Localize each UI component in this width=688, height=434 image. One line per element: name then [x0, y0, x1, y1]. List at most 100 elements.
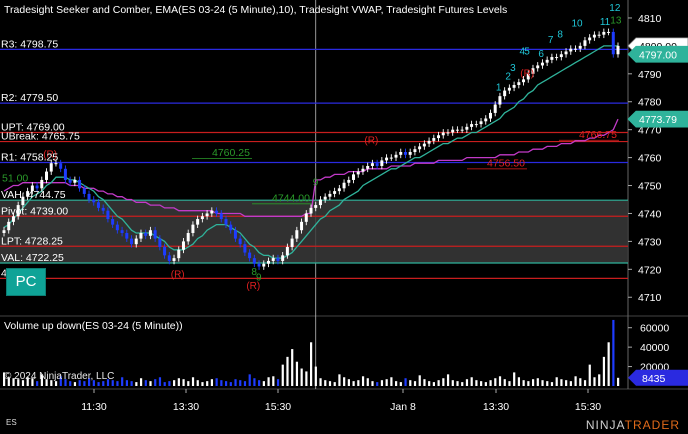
price-bar-85 [403, 152, 407, 155]
level-label-7: LPT: 4728.25 [1, 235, 63, 247]
volume-bar-115 [546, 381, 549, 386]
price-bar-108 [512, 84, 516, 88]
volume-bar-111 [527, 381, 530, 386]
level-label-1: R2: 4779.50 [1, 92, 58, 104]
value-area-band [0, 200, 628, 264]
price-bar-120 [569, 48, 573, 52]
price-bar-30 [144, 233, 148, 236]
reversal-marker-1: (R) [171, 270, 185, 281]
volume-bar-104 [494, 378, 497, 386]
value-area-shading [0, 200, 628, 264]
volume-bar-119 [565, 380, 568, 386]
brand-suffix: TRADER [624, 418, 680, 432]
reversal-marker-3: (R) [364, 136, 378, 147]
price-bar-44 [210, 210, 214, 214]
volume-bar-126 [598, 374, 601, 386]
price-bar-123 [583, 40, 587, 46]
price-bar-97 [460, 129, 464, 131]
volume-bar-77 [366, 378, 369, 386]
volume-bar-78 [371, 381, 374, 386]
volume-bar-59 [281, 364, 284, 386]
price-tick-label-7: 4780 [638, 97, 662, 109]
volume-bar-33 [158, 377, 162, 386]
volume-bar-62 [295, 361, 299, 386]
volume-bar-107 [508, 381, 511, 386]
volume-badge[interactable]: 8435 [628, 369, 688, 386]
volume-bar-88 [418, 375, 421, 386]
price-bar-94 [446, 132, 450, 134]
volume-bar-129 [612, 319, 615, 386]
volume-bar-112 [531, 379, 535, 386]
volume-bar-82 [390, 377, 393, 386]
price-bar-127 [602, 31, 606, 35]
volume-bar-81 [385, 379, 388, 386]
volume-bar-25 [121, 377, 124, 386]
seeker-count-7: 4 [520, 46, 526, 57]
price-bar-56 [266, 260, 270, 264]
price-bar-110 [522, 79, 526, 83]
price-bar-66 [314, 205, 318, 208]
price-bar-78 [370, 163, 374, 166]
price-bar-79 [375, 163, 379, 166]
price-bar-81 [385, 157, 389, 161]
price-bar-52 [248, 252, 252, 259]
volume-bar-79 [376, 382, 379, 386]
price-badge-2[interactable]: 4773.79 [627, 110, 688, 128]
volume-bar-35 [168, 381, 171, 386]
price-bar-118 [559, 54, 563, 58]
volume-bar-30 [144, 380, 147, 386]
volume-bar-64 [305, 371, 308, 386]
volume-bar-50 [239, 380, 242, 386]
volume-bar-91 [432, 382, 435, 386]
volume-bar-39 [187, 381, 190, 386]
volume-bar-127 [602, 356, 606, 386]
volume-bar-51 [243, 381, 247, 386]
price-bar-12 [59, 163, 63, 169]
price-bar-122 [578, 45, 582, 49]
seeker-count-6: 5 [524, 46, 530, 57]
seeker-count-1: 11 [600, 17, 611, 28]
ninjatrader-logo: NINJATRADER [586, 418, 680, 432]
time-tick-label-2: 15:30 [265, 401, 291, 413]
price-badge-1[interactable]: 4797.00 [627, 45, 688, 63]
volume-bar-84 [399, 382, 402, 386]
volume-bar-52 [248, 374, 251, 386]
volume-bar-90 [428, 381, 431, 386]
price-tick-label-1: 4720 [638, 264, 662, 276]
volume-bar-43 [206, 381, 209, 386]
volume-bar-28 [135, 382, 138, 386]
annotation-label-3: 4766.75 [579, 129, 617, 141]
annotation-label-4: 51.00 [2, 173, 28, 185]
price-bar-25 [120, 230, 124, 234]
brand-prefix: NINJA [585, 418, 625, 432]
price-bar-119 [564, 51, 568, 55]
price-tick-label-4: 4750 [638, 181, 662, 193]
price-bar-27 [130, 238, 134, 245]
price-bar-17 [82, 188, 86, 194]
volume-bar-121 [574, 376, 577, 386]
price-bar-8 [40, 179, 44, 189]
price-bar-63 [300, 221, 304, 231]
price-bar-64 [304, 213, 308, 222]
pc-badge[interactable]: PC [6, 268, 46, 296]
price-bar-37 [177, 249, 181, 259]
price-bar-65 [309, 207, 313, 214]
price-bar-40 [191, 224, 195, 234]
volume-bar-89 [423, 379, 426, 386]
level-label-8: VAL: 4722.25 [1, 252, 64, 264]
price-bar-93 [441, 132, 445, 136]
price-bar-9 [45, 171, 49, 180]
price-bar-57 [271, 258, 275, 261]
volume-bar-125 [593, 377, 596, 386]
price-bar-39 [186, 233, 190, 242]
price-bar-55 [262, 263, 266, 267]
price-bar-114 [540, 62, 544, 66]
chart-title: Tradesight Seeker and Comber, EMA(ES 03-… [4, 4, 507, 16]
volume-bar-92 [437, 380, 440, 386]
price-bar-71 [337, 188, 341, 192]
volume-bar-100 [475, 380, 478, 386]
volume-bar-108 [513, 372, 516, 386]
volume-bar-37 [177, 378, 180, 386]
volume-bar-120 [569, 381, 572, 386]
seeker-count-10: 1 [496, 83, 502, 94]
